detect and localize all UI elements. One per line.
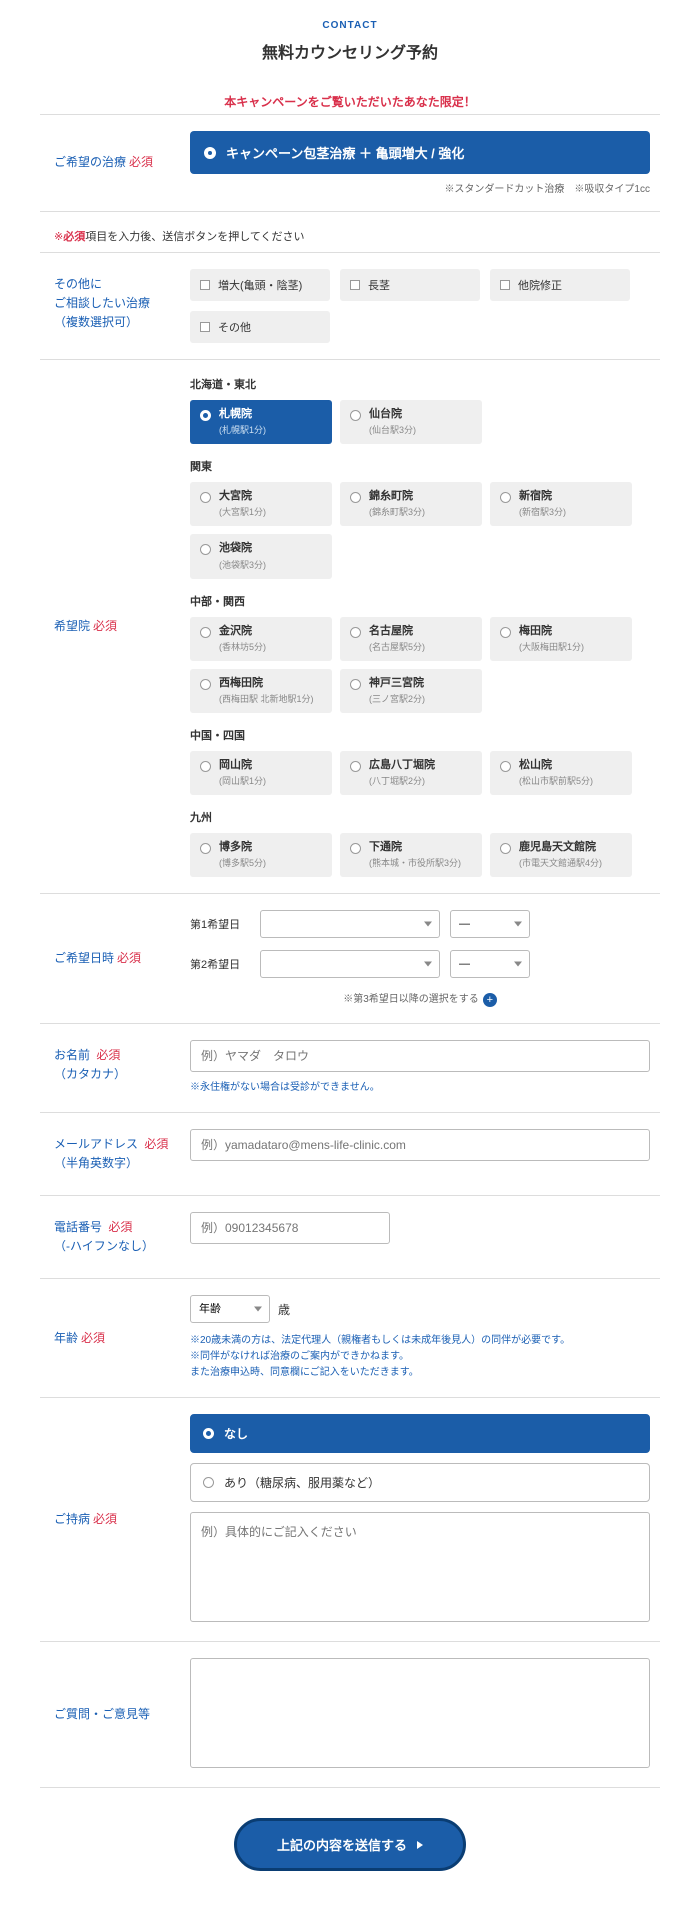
clinic-item[interactable]: 仙台院(仙台駅3分)	[340, 400, 482, 444]
region-label: 九州	[190, 809, 650, 825]
clinic-item[interactable]: 神戸三宮院(三ノ宮駅2分)	[340, 669, 482, 713]
required-badge: 必須	[129, 153, 153, 172]
submit-button[interactable]: 上記の内容を送信する	[234, 1818, 466, 1871]
time2-select[interactable]: —	[450, 950, 530, 978]
radio-icon	[500, 627, 511, 638]
clinic-item[interactable]: 梅田院(大阪梅田駅1分)	[490, 617, 632, 661]
header-contact-label: CONTACT	[40, 20, 660, 31]
page-title: 無料カウンセリング予約	[40, 39, 660, 63]
instruction-text: ※必須項目を入力後、送信ボタンを押してください	[54, 228, 660, 244]
radio-icon	[500, 492, 511, 503]
arrow-right-icon	[417, 1841, 423, 1849]
clinic-item[interactable]: 金沢院(香林坊5分)	[190, 617, 332, 661]
row-phone: 電話番号 必須 （-ハイフンなし）	[40, 1196, 660, 1279]
radio-icon	[200, 627, 211, 638]
radio-icon	[350, 410, 361, 421]
row-illness: ご持病 必須 なし あり（糖尿病、服用薬など）	[40, 1398, 660, 1642]
age-select[interactable]: 年齢	[190, 1295, 270, 1323]
radio-icon	[350, 843, 361, 854]
clinic-item[interactable]: 博多院(博多駅5分)	[190, 833, 332, 877]
time1-select[interactable]: —	[450, 910, 530, 938]
campaign-note: 本キャンペーンをご覧いただいたあなた限定！	[40, 93, 660, 110]
checkbox-item[interactable]: 増大(亀頭・陰茎)	[190, 269, 330, 301]
clinic-item[interactable]: 松山院(松山市駅前駅5分)	[490, 751, 632, 795]
checkbox-icon	[350, 280, 360, 290]
illness-yes[interactable]: あり（糖尿病、服用薬など）	[190, 1463, 650, 1502]
checkbox-icon	[200, 280, 210, 290]
add-date-note[interactable]: ※第3希望日以降の選択をする+	[190, 990, 650, 1006]
treatment-selected[interactable]: キャンペーン包茎治療 ＋ 亀頭増大 / 強化	[190, 131, 650, 174]
row-email: メールアドレス 必須 （半角英数字）	[40, 1113, 660, 1196]
illness-none[interactable]: なし	[190, 1414, 650, 1453]
row-age: 年齢 必須 年齢 歳 ※20歳未満の方は、法定代理人（親権者もしくは未成年後見人…	[40, 1279, 660, 1398]
clinic-item[interactable]: 鹿児島天文館院(市電天文館通駅4分)	[490, 833, 632, 877]
radio-icon	[200, 761, 211, 772]
clinic-item[interactable]: 名古屋院(名古屋駅5分)	[340, 617, 482, 661]
name-input[interactable]	[190, 1040, 650, 1072]
region-label: 関東	[190, 458, 650, 474]
date2-label: 第2希望日	[190, 956, 250, 972]
illness-textarea[interactable]	[190, 1512, 650, 1622]
checkbox-item[interactable]: 他院修正	[490, 269, 630, 301]
row-clinic: 希望院 必須 北海道・東北札幌院(札幌駅1分)仙台院(仙台駅3分)関東大宮院(大…	[40, 360, 660, 894]
radio-icon	[350, 679, 361, 690]
checkbox-icon	[200, 322, 210, 332]
radio-icon	[350, 492, 361, 503]
checkbox-item[interactable]: その他	[190, 311, 330, 343]
radio-icon	[500, 843, 511, 854]
clinic-item[interactable]: 新宿院(新宿駅3分)	[490, 482, 632, 526]
row-question: ご質問・ご意見等	[40, 1642, 660, 1788]
region-label: 中国・四国	[190, 727, 650, 743]
radio-icon	[203, 1428, 214, 1439]
email-input[interactable]	[190, 1129, 650, 1161]
clinic-item[interactable]: 下通院(熊本城・市役所駅3分)	[340, 833, 482, 877]
checkbox-item[interactable]: 長茎	[340, 269, 480, 301]
clinic-item[interactable]: 大宮院(大宮駅1分)	[190, 482, 332, 526]
question-textarea[interactable]	[190, 1658, 650, 1768]
radio-icon	[203, 1477, 214, 1488]
radio-icon	[200, 544, 211, 555]
age-unit: 歳	[278, 1301, 290, 1318]
radio-icon	[200, 679, 211, 690]
row-treatment: ご希望の治療 必須 キャンペーン包茎治療 ＋ 亀頭増大 / 強化 ※スタンダード…	[40, 115, 660, 212]
page-header: CONTACT 無料カウンセリング予約	[40, 20, 660, 63]
radio-icon	[200, 410, 211, 421]
treatment-label: ご希望の治療	[54, 153, 126, 172]
date1-label: 第1希望日	[190, 916, 250, 932]
radio-icon	[500, 761, 511, 772]
row-other-treatments: その他に ご相談したい治療 （複数選択可） 増大(亀頭・陰茎)長茎他院修正その他	[40, 253, 660, 360]
row-dates: ご希望日時 必須 第1希望日 — 第2希望日 — ※第3希望日以降の選択をする+	[40, 894, 660, 1023]
clinic-item[interactable]: 広島八丁堀院(八丁堀駅2分)	[340, 751, 482, 795]
clinic-item[interactable]: 札幌院(札幌駅1分)	[190, 400, 332, 444]
date2-select[interactable]	[260, 950, 440, 978]
radio-icon	[350, 761, 361, 772]
plus-icon: +	[483, 993, 497, 1007]
radio-icon	[200, 492, 211, 503]
region-label: 中部・関西	[190, 593, 650, 609]
treatment-fineprint: ※スタンダードカット治療 ※吸収タイプ1cc	[190, 180, 650, 195]
clinic-item[interactable]: 錦糸町院(錦糸町駅3分)	[340, 482, 482, 526]
radio-icon	[350, 627, 361, 638]
radio-icon	[200, 843, 211, 854]
checkbox-icon	[500, 280, 510, 290]
clinic-item[interactable]: 岡山院(岡山駅1分)	[190, 751, 332, 795]
clinic-item[interactable]: 西梅田院(西梅田駅 北新地駅1分)	[190, 669, 332, 713]
date1-select[interactable]	[260, 910, 440, 938]
phone-input[interactable]	[190, 1212, 390, 1244]
row-name: お名前 必須 （カタカナ） ※永住権がない場合は受診ができません。	[40, 1024, 660, 1113]
radio-icon	[204, 147, 216, 159]
name-note: ※永住権がない場合は受診ができません。	[190, 1080, 650, 1096]
region-label: 北海道・東北	[190, 376, 650, 392]
clinic-item[interactable]: 池袋院(池袋駅3分)	[190, 534, 332, 578]
